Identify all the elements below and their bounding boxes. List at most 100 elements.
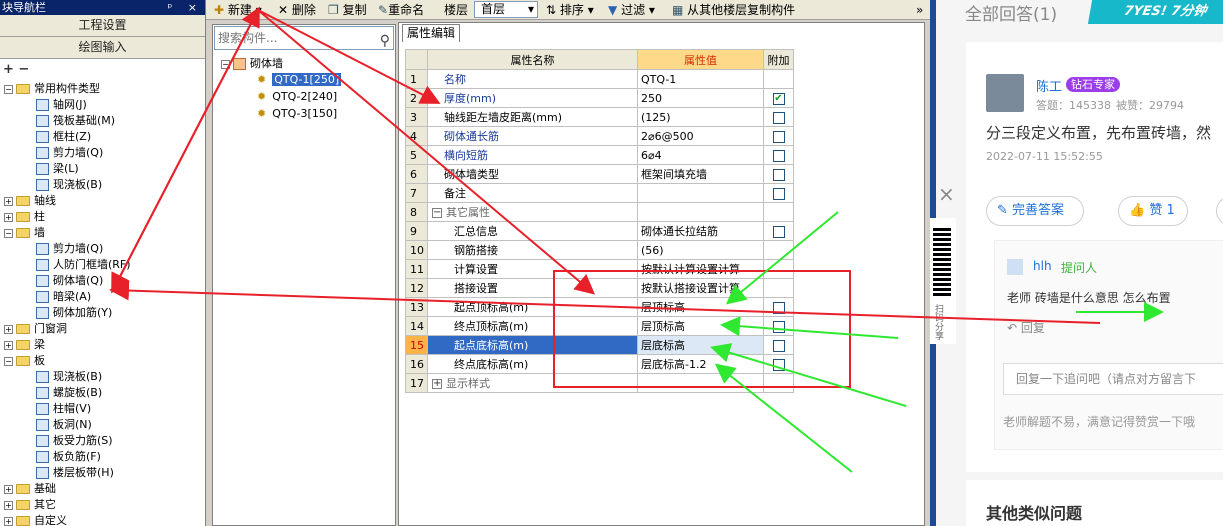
property-value[interactable]: 层顶标高 <box>637 316 764 336</box>
extra-checkbox[interactable] <box>772 149 785 162</box>
extra-checkbox[interactable] <box>772 130 785 143</box>
tree-item[interactable]: 筏板基础(M) <box>36 113 115 129</box>
property-row[interactable]: 2 厚度(mm) 250 ✔ <box>405 88 794 108</box>
pin-close-buttons[interactable]: ᵖ × <box>168 0 203 15</box>
expand-icon[interactable]: + <box>4 340 13 350</box>
collapse-icon[interactable]: − <box>4 356 13 366</box>
extra-checkbox[interactable] <box>772 187 785 200</box>
property-row[interactable]: 16 终点底标高(m) 层底标高-1.2 <box>405 354 794 374</box>
extra-checkbox[interactable] <box>772 301 785 314</box>
tree-folder[interactable]: + 轴线 <box>4 193 56 209</box>
property-value[interactable]: 砌体通长拉结筋 <box>637 221 764 241</box>
property-value[interactable] <box>637 202 764 222</box>
tree-folder[interactable]: + 柱 <box>4 209 45 225</box>
reply-input[interactable]: 回复一下追问吧（请点对方留言下 <box>1003 363 1223 395</box>
component-item[interactable]: ✹ QTQ-2[240] <box>257 89 337 105</box>
tree-item[interactable]: 现浇板(B) <box>36 369 102 385</box>
tree-item[interactable]: 楼层板带(H) <box>36 465 114 481</box>
tree-item[interactable]: 剪力墙(Q) <box>36 241 103 257</box>
property-row[interactable]: 11 计算设置 按默认计算设置计算 <box>405 259 794 279</box>
property-value[interactable]: 框架间填充墙 <box>637 164 764 184</box>
project-settings-button[interactable]: 工程设置 <box>0 15 205 37</box>
property-value[interactable] <box>637 183 764 203</box>
search-input[interactable]: 搜索构件... ⚲ <box>214 26 394 50</box>
collapse-icon[interactable]: − <box>221 59 230 69</box>
copy-from-floor-button[interactable]: ▦ 从其他楼层复制构件 <box>672 0 795 20</box>
tree-item[interactable]: 轴网(J) <box>36 97 87 113</box>
property-value[interactable]: 层顶标高 <box>637 297 764 317</box>
answer-username[interactable]: 陈工 <box>1036 76 1062 95</box>
rename-button[interactable]: ✎重命名 <box>378 0 424 20</box>
property-value[interactable]: 层底标高-1.2 <box>637 354 764 374</box>
tree-folder[interactable]: − 墙 <box>4 225 45 241</box>
tree-item[interactable]: 梁(L) <box>36 161 79 177</box>
tab-property-edit[interactable]: 属性编辑 <box>402 24 460 42</box>
extra-checkbox[interactable] <box>772 358 785 371</box>
expand-icon[interactable]: + <box>4 324 13 334</box>
more-button[interactable]: » <box>916 0 923 20</box>
property-row[interactable]: 5 横向短筋 6⌀4 <box>405 145 794 165</box>
expand-icon[interactable]: + <box>4 196 13 206</box>
tree-item[interactable]: 板洞(N) <box>36 417 92 433</box>
collapse-icon[interactable]: − <box>4 228 13 238</box>
like-button[interactable]: 👍 赞 1 <box>1118 196 1188 226</box>
property-value[interactable]: 2⌀6@500 <box>637 126 764 146</box>
avatar[interactable] <box>986 74 1024 112</box>
tree-item[interactable]: 人防门框墙(RF) <box>36 257 131 273</box>
extra-checkbox[interactable]: ✔ <box>772 92 785 105</box>
extra-checkbox[interactable] <box>772 111 785 124</box>
tree-item[interactable]: 框柱(Z) <box>36 129 91 145</box>
tree-item[interactable]: 螺旋板(B) <box>36 385 102 401</box>
extra-checkbox[interactable] <box>772 168 785 181</box>
extra-checkbox[interactable] <box>772 225 785 238</box>
collapse-icon[interactable]: − <box>432 208 442 218</box>
component-item[interactable]: ✹ QTQ-1[250] <box>257 72 342 88</box>
collapse-icon[interactable]: − <box>4 84 13 94</box>
tree-item[interactable]: 砌体墙(Q) <box>36 273 103 289</box>
search-icon[interactable]: ⚲ <box>380 30 390 52</box>
property-value[interactable]: 层底标高 <box>637 335 764 355</box>
drawing-input-button[interactable]: 绘图输入 <box>0 37 205 59</box>
tree-folder[interactable]: + 其它 <box>4 497 56 513</box>
expand-icon[interactable]: + <box>432 379 442 389</box>
tree-folder[interactable]: − 常用构件类型 <box>4 81 100 97</box>
tree-item[interactable]: 暗梁(A) <box>36 289 91 305</box>
floor-select[interactable]: 首层 ▾ <box>474 1 538 18</box>
property-row[interactable]: 13 起点顶标高(m) 层顶标高 <box>405 297 794 317</box>
expand-icon[interactable]: + <box>4 212 13 222</box>
extra-checkbox[interactable] <box>772 339 785 352</box>
property-row[interactable]: 7 备注 <box>405 183 794 203</box>
improve-answer-button[interactable]: ✎ 完善答案 <box>986 196 1084 226</box>
tree-folder[interactable]: + 门窗洞 <box>4 321 67 337</box>
property-value[interactable]: 6⌀4 <box>637 145 764 165</box>
property-row[interactable]: 17 + 显示样式 <box>405 373 794 393</box>
property-row[interactable]: 8− 其它属性 <box>405 202 794 222</box>
expand-icon[interactable]: + <box>4 500 13 510</box>
delete-button[interactable]: ✕ 删除 <box>278 0 316 20</box>
property-row[interactable]: 12 搭接设置 按默认搭接设置计算 <box>405 278 794 298</box>
component-root[interactable]: − 砌体墙 <box>221 56 283 72</box>
property-row[interactable]: 14 终点顶标高(m) 层顶标高 <box>405 316 794 336</box>
copy-button[interactable]: ❐ 复制 <box>328 0 367 20</box>
property-value[interactable]: 按默认计算设置计算 <box>637 259 764 279</box>
tree-item[interactable]: 剪力墙(Q) <box>36 145 103 161</box>
property-value[interactable]: (56) <box>637 240 764 260</box>
new-button[interactable]: ✚ 新建 ▾ <box>214 0 262 20</box>
close-icon[interactable]: × <box>938 182 955 206</box>
property-row[interactable]: 1 名称 QTQ-1 <box>405 69 794 89</box>
expand-icon[interactable]: + <box>4 484 13 494</box>
property-row[interactable]: 15 起点底标高(m) 层底标高 <box>405 335 794 355</box>
component-item[interactable]: ✹ QTQ-3[150] <box>257 106 337 122</box>
tree-item[interactable]: 柱帽(V) <box>36 401 91 417</box>
property-value[interactable] <box>637 373 764 393</box>
property-row[interactable]: 9 汇总信息 砌体通长拉结筋 <box>405 221 794 241</box>
tree-item[interactable]: 现浇板(B) <box>36 177 102 193</box>
expand-icon[interactable]: + <box>4 516 13 526</box>
extra-checkbox[interactable] <box>772 320 785 333</box>
reply-link[interactable]: ↶ 回复 <box>1007 319 1045 336</box>
property-row[interactable]: 6 砌体墙类型 框架间填充墙 <box>405 164 794 184</box>
property-row[interactable]: 4 砌体通长筋 2⌀6@500 <box>405 126 794 146</box>
tree-folder[interactable]: + 基础 <box>4 481 56 497</box>
tree-item[interactable]: 板受力筋(S) <box>36 433 113 449</box>
property-value[interactable]: (125) <box>637 107 764 127</box>
